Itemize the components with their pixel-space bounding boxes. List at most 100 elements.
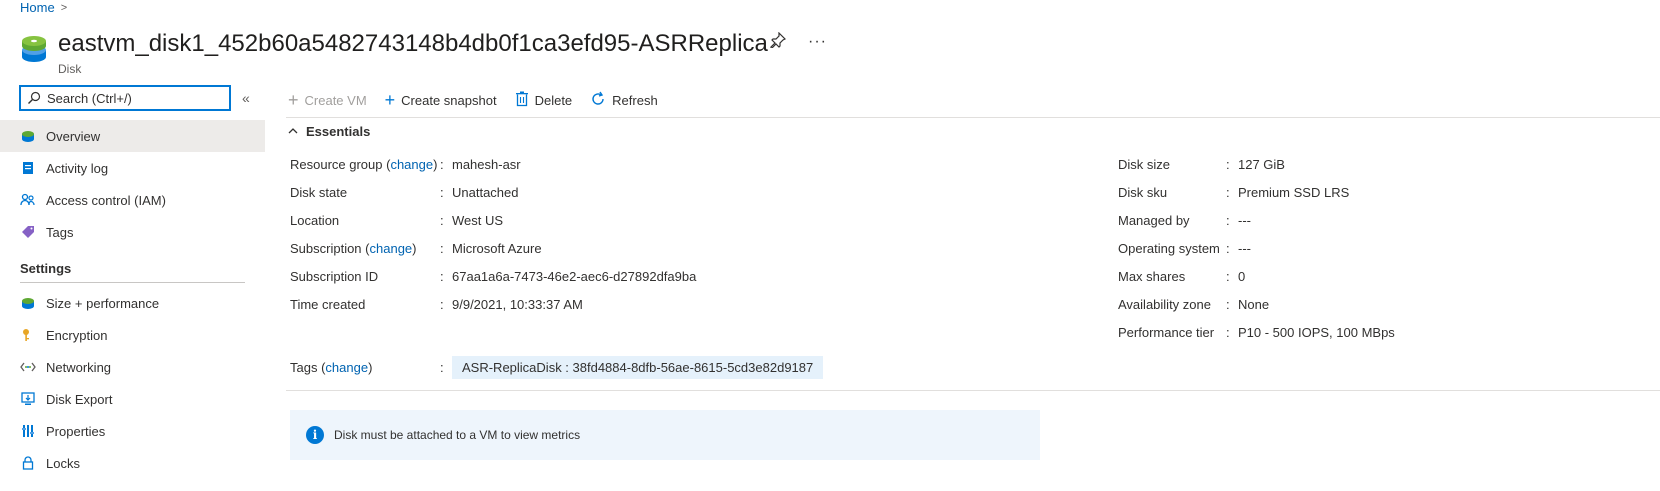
essentials-separator: :	[440, 269, 444, 284]
settings-section-header: Settings	[20, 261, 72, 276]
essentials-separator: :	[1226, 325, 1230, 340]
essentials-row-time-created: Time created : 9/9/2021, 10:33:37 AM	[290, 297, 696, 325]
pin-icon[interactable]	[770, 31, 787, 51]
activity-log-icon	[20, 160, 36, 176]
page-subtitle: Disk	[58, 62, 82, 76]
sidebar-item-disk-export[interactable]: Disk Export	[0, 383, 265, 415]
essentials-separator: :	[440, 185, 444, 200]
disk-sku-value: Premium SSD LRS	[1238, 185, 1350, 200]
disk-icon	[20, 295, 36, 311]
essentials-row-max-shares: Max shares : 0	[1118, 269, 1395, 297]
disk-size-value: 127 GiB	[1238, 157, 1285, 172]
plus-icon: +	[384, 90, 396, 110]
essentials-separator: :	[1226, 185, 1230, 200]
essentials-row-tags: Tags (change) : ASR-ReplicaDisk : 38fd48…	[290, 356, 824, 379]
time-created-value: 9/9/2021, 10:33:37 AM	[452, 297, 583, 312]
sidebar-item-label: Networking	[46, 359, 112, 375]
create-vm-button[interactable]: + Create VM	[288, 91, 367, 109]
info-banner-text: Disk must be attached to a VM to view me…	[334, 428, 581, 442]
sidebar-item-access-control[interactable]: Access control (IAM)	[0, 184, 265, 216]
label-text: Subscription	[290, 241, 362, 256]
essentials-row-managed-by: Managed by : ---	[1118, 213, 1395, 241]
essentials-label: Disk size	[1118, 157, 1171, 172]
subscription-link[interactable]: Microsoft Azure	[452, 241, 542, 269]
trash-icon	[515, 91, 529, 110]
essentials-separator: :	[440, 360, 444, 375]
change-subscription-link[interactable]: change	[370, 241, 413, 256]
breadcrumb-home-link[interactable]: Home	[20, 0, 55, 15]
breadcrumb: Home >	[20, 0, 67, 15]
title-actions: ···	[770, 31, 827, 51]
resource-group-link[interactable]: mahesh-asr	[452, 157, 521, 185]
ellipsis-icon[interactable]: ···	[808, 33, 827, 51]
change-tags-link[interactable]: change	[325, 360, 368, 375]
essentials-row-location: Location : West US	[290, 213, 696, 241]
essentials-label: Time created	[290, 297, 366, 312]
collapse-sidebar-icon[interactable]: «	[242, 90, 250, 106]
sidebar-item-encryption[interactable]: Encryption	[0, 319, 265, 351]
label-text: Tags	[290, 360, 318, 375]
label-text: Resource group	[290, 157, 383, 172]
essentials-label: Managed by	[1118, 213, 1190, 228]
essentials-row-resource-group: Resource group (change) : mahesh-asr	[290, 157, 696, 185]
sidebar-item-overview[interactable]: Overview	[0, 120, 265, 152]
command-toolbar: + Create VM + Create snapshot Delete Ref…	[288, 88, 676, 112]
essentials-toggle[interactable]: Essentials	[288, 124, 370, 139]
performance-tier-value: P10 - 500 IOPS, 100 MBps	[1238, 325, 1395, 340]
essentials-header: Essentials	[306, 124, 371, 139]
create-snapshot-label: Create snapshot	[401, 92, 497, 108]
availability-zone-value: None	[1238, 297, 1270, 312]
essentials-row-operating-system: Operating system : ---	[1118, 241, 1395, 269]
section-divider	[20, 282, 245, 283]
sidebar-item-activity-log[interactable]: Activity log	[0, 152, 265, 184]
delete-button[interactable]: Delete	[515, 91, 572, 110]
managed-by-value: ---	[1238, 213, 1251, 228]
disk-icon	[22, 36, 46, 62]
sidebar-item-size-performance[interactable]: Size + performance	[0, 287, 265, 319]
chevron-up-icon	[288, 126, 298, 138]
essentials-label: Availability zone	[1118, 297, 1211, 312]
essentials-left-column: Resource group (change) : mahesh-asr Dis…	[290, 157, 696, 325]
sidebar-item-locks[interactable]: Locks	[0, 447, 265, 479]
refresh-button[interactable]: Refresh	[590, 91, 658, 110]
people-icon	[20, 192, 36, 208]
refresh-icon	[590, 91, 606, 110]
sidebar-item-label: Tags	[46, 224, 74, 240]
sidebar-item-tags[interactable]: Tags	[0, 216, 265, 248]
essentials-separator: :	[440, 241, 444, 256]
essentials-label: Disk state	[290, 185, 348, 200]
title-block: eastvm_disk1_452b60a5482743148b4db0f1ca3…	[20, 28, 768, 76]
search-box	[19, 85, 231, 111]
essentials-label: Location	[290, 213, 340, 228]
disk-state-value: Unattached	[452, 185, 519, 200]
refresh-label: Refresh	[612, 92, 658, 108]
create-vm-label: Create VM	[304, 92, 367, 108]
create-snapshot-button[interactable]: + Create snapshot	[385, 91, 497, 109]
essentials-separator: :	[1226, 269, 1230, 284]
essentials-separator: :	[440, 213, 444, 228]
sidebar-item-properties[interactable]: Properties	[0, 415, 265, 447]
essentials-separator: :	[440, 157, 444, 172]
essentials-separator: :	[440, 297, 444, 312]
sidebar-item-label: Encryption	[46, 327, 108, 343]
essentials-label: Operating system	[1118, 241, 1220, 256]
tag-icon	[20, 224, 36, 240]
lock-icon	[20, 455, 36, 471]
search-input[interactable]	[45, 89, 225, 107]
essentials-row-subscription: Subscription (change) : Microsoft Azure	[290, 241, 696, 269]
key-icon	[20, 327, 36, 343]
plus-icon: +	[288, 90, 299, 110]
essentials-separator: :	[1226, 297, 1230, 312]
network-icon	[20, 359, 36, 375]
disk-icon	[20, 128, 36, 144]
change-resource-group-link[interactable]: change	[390, 157, 433, 172]
properties-icon	[20, 423, 36, 439]
tag-chip: ASR-ReplicaDisk : 38fd4884-8dfb-56ae-861…	[452, 356, 824, 379]
essentials-label: Subscription (change)	[290, 241, 417, 256]
essentials-label: Tags (change)	[290, 360, 373, 375]
export-icon	[20, 391, 36, 407]
essentials-row-subscription-id: Subscription ID : 67aa1a6a-7473-46e2-aec…	[290, 269, 696, 297]
page-title: eastvm_disk1_452b60a5482743148b4db0f1ca3…	[58, 30, 768, 57]
sidebar-item-label: Activity log	[46, 160, 109, 176]
sidebar-item-networking[interactable]: Networking	[0, 351, 265, 383]
